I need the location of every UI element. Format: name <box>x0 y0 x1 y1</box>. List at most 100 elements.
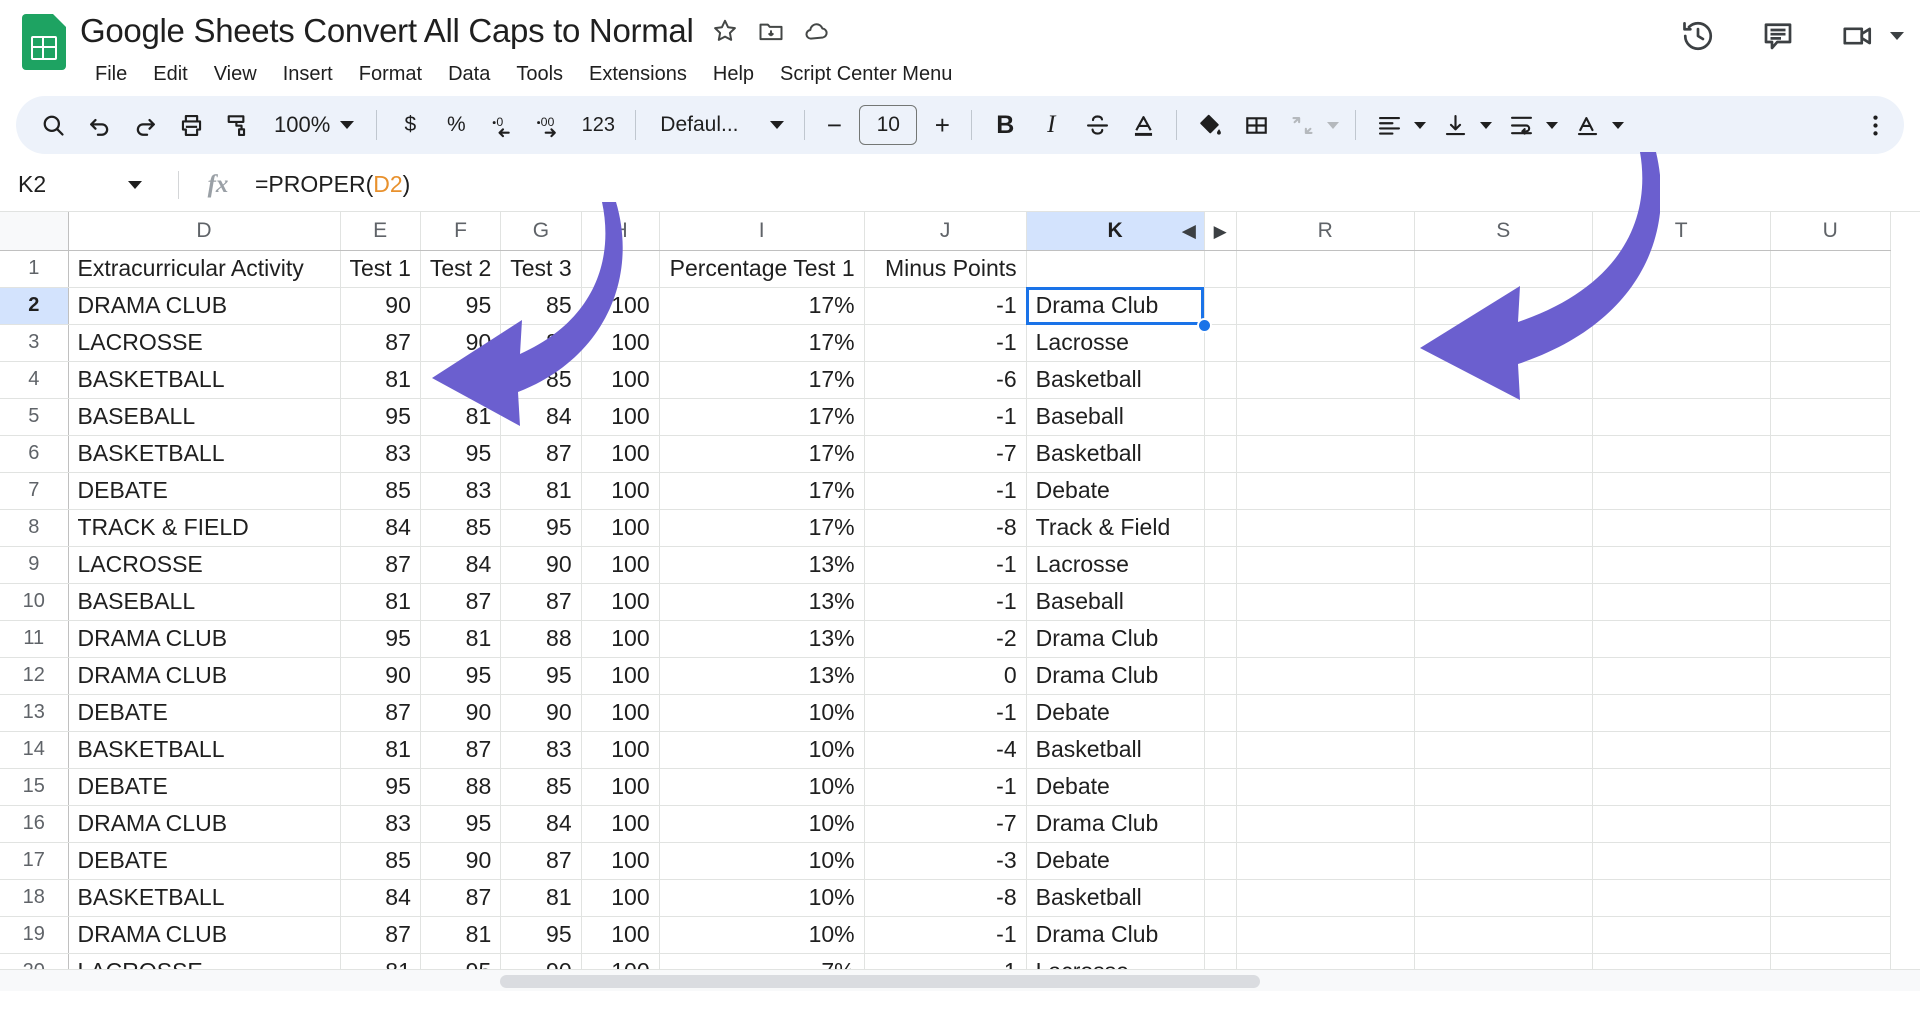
cell-F17[interactable]: 90 <box>420 842 502 880</box>
cell-G11[interactable]: 88 <box>500 620 582 658</box>
cell-K9[interactable]: Lacrosse <box>1026 546 1205 584</box>
cell-F13[interactable]: 90 <box>420 694 502 732</box>
cell-K10[interactable]: Baseball <box>1026 583 1205 621</box>
cell-H4[interactable]: 100 <box>581 361 660 399</box>
cell-S3[interactable] <box>1414 324 1593 362</box>
cell-I16[interactable]: 10% <box>659 805 865 843</box>
move-to-folder-icon[interactable] <box>757 17 785 45</box>
cell-R7[interactable] <box>1236 472 1415 510</box>
cell-D11[interactable]: DRAMA CLUB <box>68 620 341 658</box>
text-wrap-control[interactable] <box>1498 102 1564 148</box>
cell-S6[interactable] <box>1414 435 1593 473</box>
cell-R1[interactable] <box>1236 250 1415 288</box>
cell-T19[interactable] <box>1592 916 1771 954</box>
column-header-T[interactable]: T <box>1592 212 1771 251</box>
cell-E8[interactable]: 84 <box>340 509 421 547</box>
cell-I13[interactable]: 10% <box>659 694 865 732</box>
cell-S12[interactable] <box>1414 657 1593 695</box>
cell-R4[interactable] <box>1236 361 1415 399</box>
column-header-I[interactable]: I <box>659 212 865 251</box>
cell-K11[interactable]: Drama Club <box>1026 620 1205 658</box>
cell-F10[interactable]: 87 <box>420 583 502 621</box>
cell-I17[interactable]: 10% <box>659 842 865 880</box>
cell-I6[interactable]: 17% <box>659 435 865 473</box>
text-color-button[interactable] <box>1120 102 1166 148</box>
cell-S1[interactable] <box>1414 250 1593 288</box>
row-header-3[interactable]: 3 <box>0 324 69 362</box>
cell-D4[interactable]: BASKETBALL <box>68 361 341 399</box>
cell-U10[interactable] <box>1770 583 1891 621</box>
cell-T2[interactable] <box>1592 287 1771 325</box>
cell-I15[interactable]: 10% <box>659 768 865 806</box>
borders-icon[interactable] <box>1233 102 1279 148</box>
name-box[interactable]: K2 <box>0 158 178 211</box>
cell-F11[interactable]: 81 <box>420 620 502 658</box>
vertical-align-icon[interactable] <box>1432 102 1478 148</box>
cell-H12[interactable]: 100 <box>581 657 660 695</box>
undo-icon[interactable] <box>76 102 122 148</box>
cell-GRP4[interactable] <box>1204 361 1237 399</box>
row-header-11[interactable]: 11 <box>0 620 69 658</box>
cell-E3[interactable]: 87 <box>340 324 421 362</box>
cell-F19[interactable]: 81 <box>420 916 502 954</box>
cell-K15[interactable]: Debate <box>1026 768 1205 806</box>
cell-F7[interactable]: 83 <box>420 472 502 510</box>
cell-D19[interactable]: DRAMA CLUB <box>68 916 341 954</box>
cell-S16[interactable] <box>1414 805 1593 843</box>
cell-GRP13[interactable] <box>1204 694 1237 732</box>
cell-G14[interactable]: 83 <box>500 731 582 769</box>
cell-G12[interactable]: 95 <box>500 657 582 695</box>
currency-format-button[interactable]: $ <box>387 102 433 148</box>
cell-I1[interactable]: Percentage Test 1 <box>659 250 865 288</box>
cell-GRP12[interactable] <box>1204 657 1237 695</box>
cell-R5[interactable] <box>1236 398 1415 436</box>
cell-D12[interactable]: DRAMA CLUB <box>68 657 341 695</box>
cell-E17[interactable]: 85 <box>340 842 421 880</box>
merge-cells-control[interactable] <box>1279 102 1345 148</box>
cell-G18[interactable]: 81 <box>500 879 582 917</box>
cell-U19[interactable] <box>1770 916 1891 954</box>
cell-GRP18[interactable] <box>1204 879 1237 917</box>
cell-S15[interactable] <box>1414 768 1593 806</box>
cell-J3[interactable]: -1 <box>864 324 1027 362</box>
cell-K12[interactable]: Drama Club <box>1026 657 1205 695</box>
redo-icon[interactable] <box>122 102 168 148</box>
cell-J18[interactable]: -8 <box>864 879 1027 917</box>
cell-K4[interactable]: Basketball <box>1026 361 1205 399</box>
cell-G8[interactable]: 95 <box>500 509 582 547</box>
cell-F1[interactable]: Test 2 <box>420 250 502 288</box>
cell-F5[interactable]: 81 <box>420 398 502 436</box>
cell-F6[interactable]: 95 <box>420 435 502 473</box>
cell-E19[interactable]: 87 <box>340 916 421 954</box>
cell-I19[interactable]: 10% <box>659 916 865 954</box>
cell-T9[interactable] <box>1592 546 1771 584</box>
paint-format-icon[interactable] <box>214 102 260 148</box>
zoom-level-selector[interactable]: 100% <box>260 103 366 147</box>
cell-S17[interactable] <box>1414 842 1593 880</box>
cell-I18[interactable]: 10% <box>659 879 865 917</box>
cell-E2[interactable]: 90 <box>340 287 421 325</box>
increase-decimal-places-button[interactable]: 00 <box>525 102 571 148</box>
column-header-H[interactable]: H <box>581 212 660 251</box>
cell-D8[interactable]: TRACK & FIELD <box>68 509 341 547</box>
cell-R18[interactable] <box>1236 879 1415 917</box>
cell-H2[interactable]: 100 <box>581 287 660 325</box>
cell-F15[interactable]: 88 <box>420 768 502 806</box>
cell-J6[interactable]: -7 <box>864 435 1027 473</box>
cell-T8[interactable] <box>1592 509 1771 547</box>
menu-item-script-center-menu[interactable]: Script Center Menu <box>767 58 965 91</box>
cell-R9[interactable] <box>1236 546 1415 584</box>
cell-H17[interactable]: 100 <box>581 842 660 880</box>
chevron-down-icon[interactable] <box>1612 121 1625 129</box>
cell-K17[interactable]: Debate <box>1026 842 1205 880</box>
version-history-icon[interactable] <box>1680 18 1716 54</box>
cell-S13[interactable] <box>1414 694 1593 732</box>
menu-item-file[interactable]: File <box>82 58 140 91</box>
cell-I3[interactable]: 17% <box>659 324 865 362</box>
chevron-down-icon[interactable] <box>1414 121 1427 129</box>
cell-T14[interactable] <box>1592 731 1771 769</box>
cell-T4[interactable] <box>1592 361 1771 399</box>
row-header-18[interactable]: 18 <box>0 879 69 917</box>
cell-J7[interactable]: -1 <box>864 472 1027 510</box>
cell-T12[interactable] <box>1592 657 1771 695</box>
